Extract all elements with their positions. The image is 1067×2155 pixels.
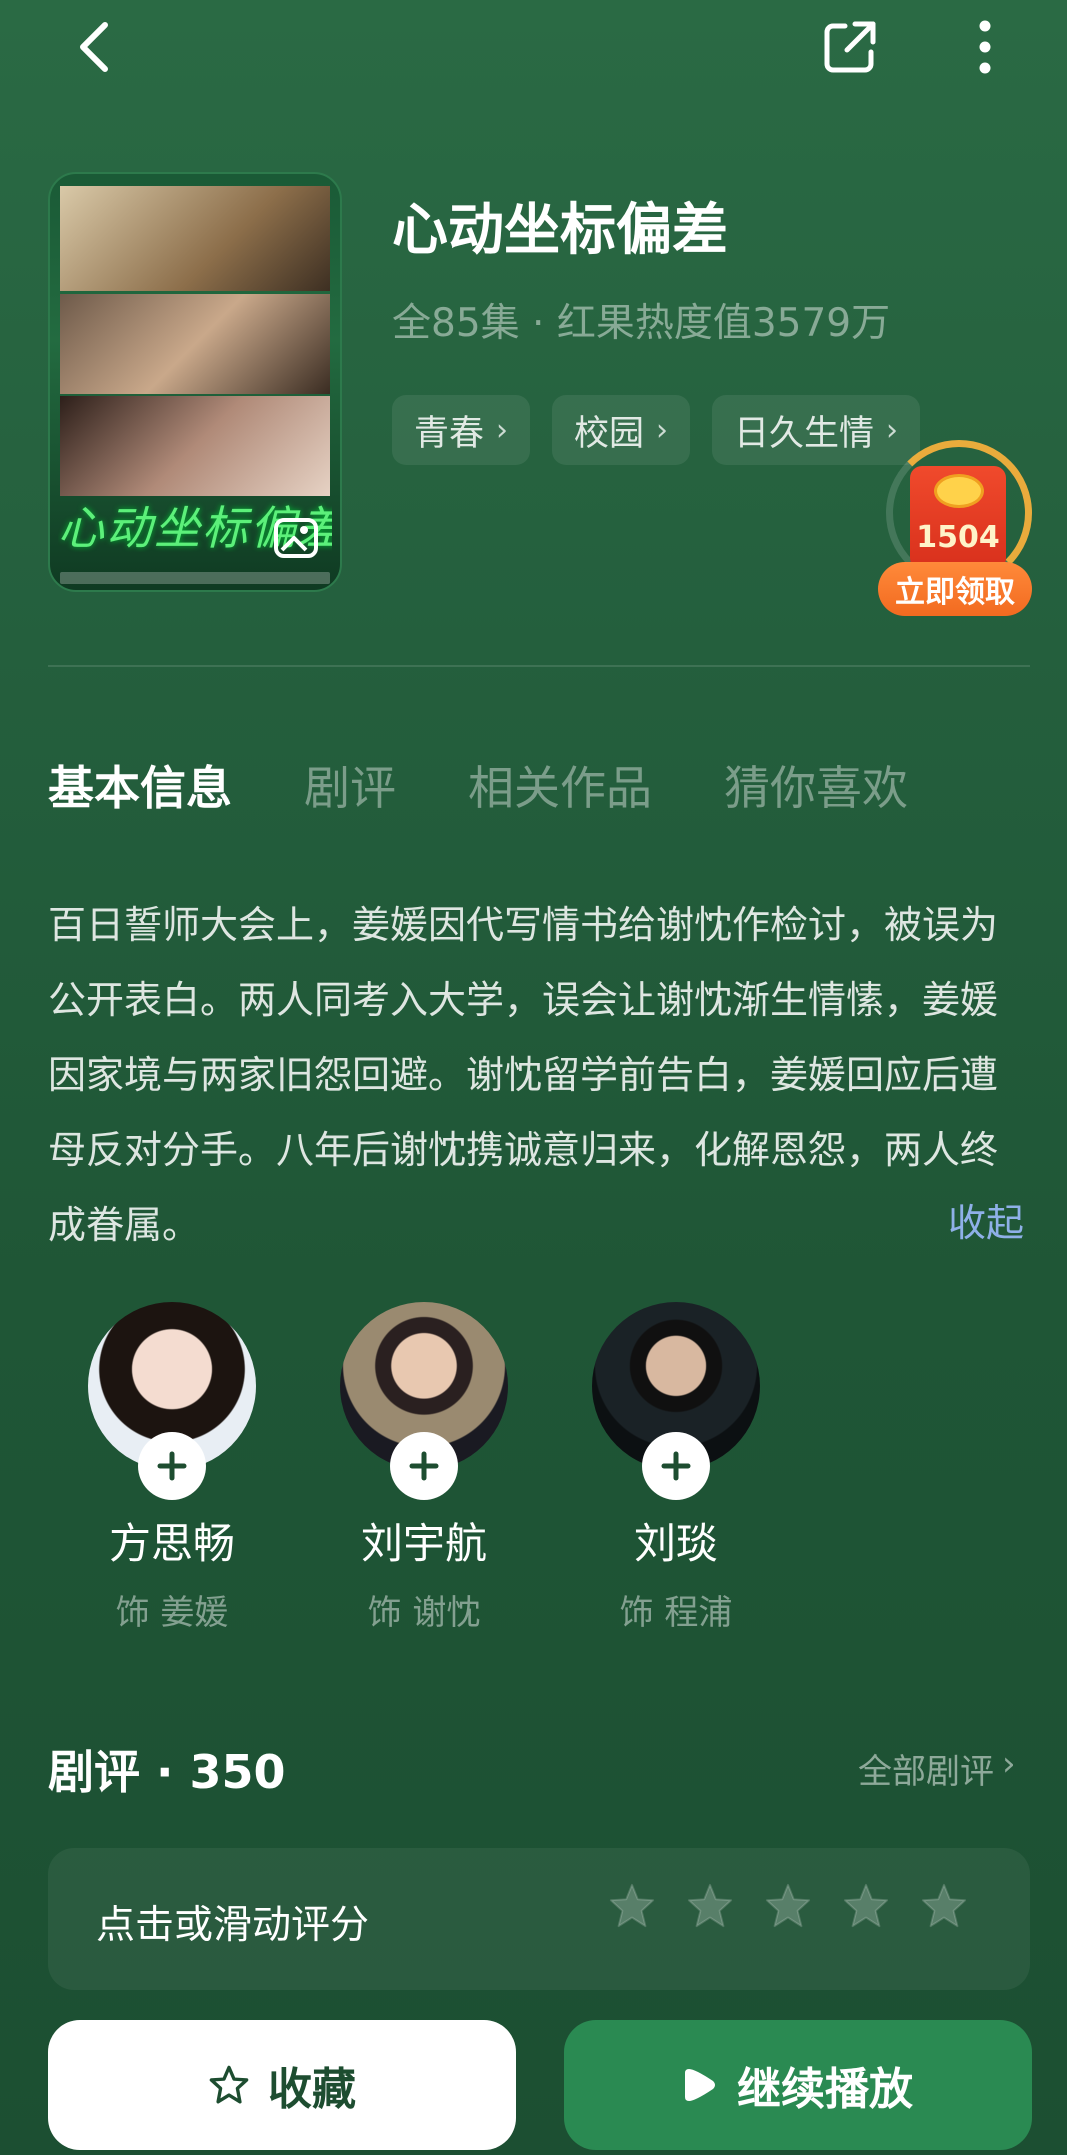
cast-role: 饰 程浦	[619, 1593, 733, 1633]
rating-prompt: 点击或滑动评分	[96, 1903, 370, 1948]
poster-still-3	[60, 396, 330, 496]
chevron-right-icon: ›	[656, 412, 669, 448]
tag-xiaoyuan[interactable]: 校园 ›	[552, 395, 691, 465]
all-reviews-link[interactable]: 全部剧评 ›	[858, 1744, 1016, 1793]
all-reviews-label: 全部剧评	[858, 1752, 994, 1792]
share-icon[interactable]	[815, 12, 885, 82]
star-icon	[209, 2065, 249, 2104]
tab-bar: 基本信息 剧评 相关作品 猜你喜欢	[48, 752, 908, 818]
claim-button[interactable]: 立即领取	[878, 562, 1032, 616]
cast-member[interactable]: 方思畅 饰 姜媛	[88, 1302, 256, 1634]
tab-related-works[interactable]: 相关作品	[468, 752, 652, 818]
chevron-right-icon: ›	[1002, 1744, 1016, 1784]
reviews-heading: 剧评 · 350	[48, 1745, 286, 1799]
top-bar	[0, 0, 1067, 110]
tag-qingchun[interactable]: 青春 ›	[392, 395, 531, 465]
reward-count: 1504	[916, 520, 1000, 555]
synopsis-text: 百日誓师大会上，姜媛因代写情书给谢忱作检讨，被误为公开表白。两人同考入大学，误会…	[48, 903, 999, 1247]
plus-icon[interactable]	[390, 1432, 458, 1500]
cast-role: 饰 谢忱	[367, 1593, 481, 1633]
tag-label: 青春	[414, 413, 485, 454]
poster-still-1	[60, 186, 330, 291]
chevron-right-icon: ›	[496, 412, 509, 448]
cast-member[interactable]: 刘宇航 饰 谢忱	[340, 1302, 508, 1634]
drama-title: 心动坐标偏差	[392, 198, 728, 263]
tag-label: 校园	[574, 413, 645, 454]
rating-stars[interactable]	[608, 1882, 968, 1930]
more-vertical-icon[interactable]	[950, 12, 1020, 82]
star-icon[interactable]	[608, 1882, 656, 1930]
rating-card[interactable]: 点击或滑动评分	[48, 1848, 1030, 1990]
red-packet-reward[interactable]: 1504 立即领取	[878, 440, 1038, 620]
plus-icon[interactable]	[642, 1432, 710, 1500]
tab-recommendations[interactable]: 猜你喜欢	[724, 752, 908, 818]
genre-tags: 青春 › 校园 › 日久生情 ›	[392, 395, 921, 465]
favorite-button[interactable]: 收藏	[48, 2020, 516, 2150]
divider	[48, 665, 1030, 667]
star-icon[interactable]	[920, 1882, 968, 1930]
cast-name: 刘琰	[633, 1519, 718, 1568]
coin-icon	[934, 474, 984, 508]
favorite-label: 收藏	[268, 2064, 356, 2115]
gallery-icon[interactable]	[272, 512, 322, 562]
star-icon[interactable]	[764, 1882, 812, 1930]
tab-basic-info[interactable]: 基本信息	[48, 752, 232, 818]
cast-role: 饰 姜媛	[115, 1593, 229, 1633]
star-icon[interactable]	[686, 1882, 734, 1930]
tag-label: 日久生情	[734, 413, 875, 454]
collapse-link[interactable]: 收起	[948, 1192, 1024, 1247]
tab-reviews[interactable]: 剧评	[304, 752, 396, 818]
cast-list: 方思畅 饰 姜媛 刘宇航 饰 谢忱 刘琰 饰 程浦	[88, 1302, 760, 1634]
bottom-action-bar: 收藏 继续播放	[0, 2010, 1067, 2155]
back-arrow-icon[interactable]	[60, 12, 130, 82]
poster-image[interactable]: 心动坐标偏差	[48, 172, 342, 592]
drama-meta: 全85集 · 红果热度值3579万	[392, 301, 891, 346]
cast-name: 刘宇航	[360, 1519, 487, 1568]
star-icon[interactable]	[842, 1882, 890, 1930]
cast-member[interactable]: 刘琰 饰 程浦	[592, 1302, 760, 1634]
poster-still-2	[60, 294, 330, 394]
continue-play-button[interactable]: 继续播放	[564, 2020, 1032, 2150]
poster-credits	[60, 572, 330, 584]
plus-icon[interactable]	[138, 1432, 206, 1500]
play-icon	[685, 2069, 715, 2101]
cast-name: 方思畅	[108, 1519, 235, 1568]
continue-play-label: 继续播放	[737, 2064, 913, 2115]
